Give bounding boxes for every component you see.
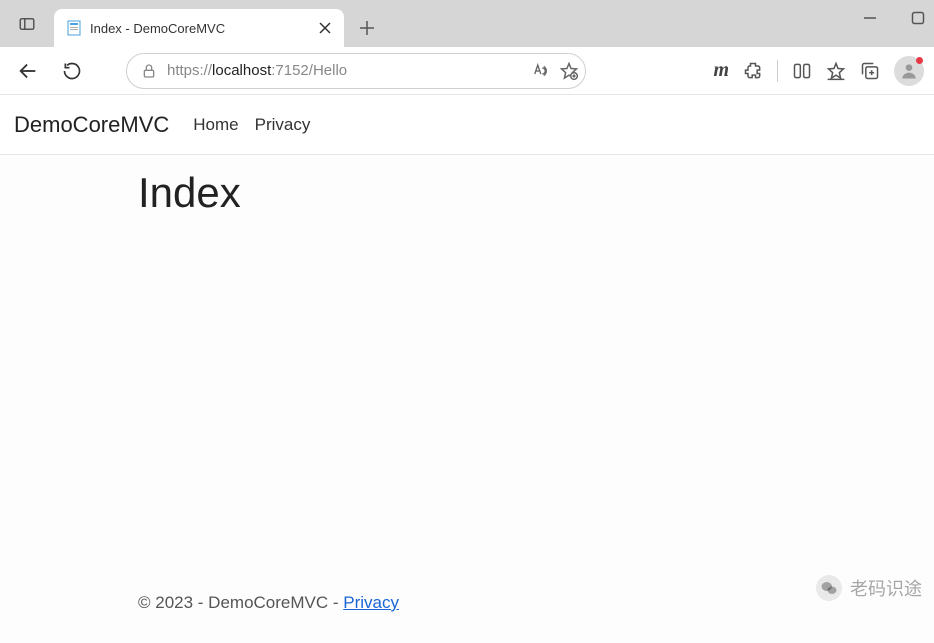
nav-links: Home Privacy: [193, 115, 310, 135]
wechat-icon: [816, 575, 842, 601]
favorite-icon[interactable]: [559, 61, 579, 81]
refresh-button[interactable]: [54, 53, 90, 89]
notification-dot-icon: [916, 57, 923, 64]
page-favicon: [66, 20, 82, 36]
address-bar[interactable]: https://localhost:7152/Hello: [126, 53, 586, 89]
tab-title: Index - DemoCoreMVC: [90, 21, 308, 36]
m-extension-icon[interactable]: m: [713, 59, 729, 82]
maximize-button[interactable]: [908, 8, 928, 28]
back-button[interactable]: [10, 53, 46, 89]
site-footer: © 2023 - DemoCoreMVC - Privacy: [0, 593, 934, 613]
toolbar-actions: m: [713, 56, 924, 86]
site-navbar: DemoCoreMVC Home Privacy: [0, 95, 934, 155]
page-heading: Index: [138, 169, 796, 217]
footer-text: © 2023 - DemoCoreMVC -: [138, 593, 343, 612]
brand-text[interactable]: DemoCoreMVC: [14, 112, 169, 138]
url-text: https://localhost:7152/Hello: [167, 62, 521, 79]
page-viewport: DemoCoreMVC Home Privacy Index © 2023 - …: [0, 95, 934, 643]
browser-toolbar: https://localhost:7152/Hello m: [0, 47, 934, 95]
split-screen-icon[interactable]: [792, 61, 812, 81]
extensions-icon[interactable]: [743, 61, 763, 81]
favorites-bar-icon[interactable]: [826, 61, 846, 81]
close-tab-icon[interactable]: [316, 19, 334, 37]
minimize-button[interactable]: [860, 8, 880, 28]
profile-avatar[interactable]: [894, 56, 924, 86]
browser-tab-strip: Index - DemoCoreMVC: [0, 0, 934, 47]
nav-link-home[interactable]: Home: [193, 115, 238, 135]
tab-actions-icon[interactable]: [0, 0, 54, 47]
nav-link-privacy[interactable]: Privacy: [255, 115, 311, 135]
main-content: Index: [0, 155, 934, 231]
footer-privacy-link[interactable]: Privacy: [343, 593, 399, 612]
window-controls: [860, 8, 928, 28]
lock-icon: [141, 63, 157, 79]
separator: [777, 60, 778, 82]
new-tab-button[interactable]: [350, 11, 384, 45]
browser-tab[interactable]: Index - DemoCoreMVC: [54, 9, 344, 47]
watermark-text: 老码识途: [850, 575, 922, 601]
collections-icon[interactable]: [860, 61, 880, 81]
read-aloud-icon[interactable]: [531, 62, 549, 80]
watermark: 老码识途: [816, 575, 922, 601]
